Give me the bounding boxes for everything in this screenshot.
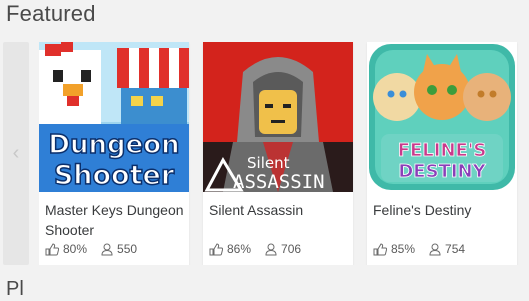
rating-value: 80% [63,242,88,256]
carousel-prev-button[interactable]: ‹ [3,42,29,265]
game-thumbnail[interactable]: Dungeon Shooter [39,42,189,192]
rating-value: 86% [227,242,252,256]
players-stat: 754 [429,242,465,256]
game-name[interactable]: Feline's Destiny [373,200,513,220]
rating-stat: 86% [209,242,251,256]
game-stats: 86% 706 [209,241,315,257]
game-thumbnail[interactable]: Silent ASSASSIN [203,42,353,192]
section-title: Featured [6,1,96,26]
felines-destiny-artwork: FELINE'S DESTINY [367,42,517,192]
rating-stat: 80% [45,242,87,256]
game-name[interactable]: Master Keys Dungeon Shooter [45,200,185,240]
players-stat: 706 [265,242,301,256]
thumb-title-line-1: Silent [247,154,290,172]
user-icon [101,243,113,255]
players-stat: 550 [101,242,137,256]
players-value: 754 [445,242,466,256]
thumbs-up-icon [45,242,59,255]
featured-carousel: Dungeon Shooter Master Keys Dungeon Shoo… [39,42,529,265]
dungeon-shooter-artwork: Dungeon Shooter [39,42,189,192]
rating-value: 85% [391,242,416,256]
thumbs-up-icon [373,242,387,255]
thumb-title-line-2: DESTINY [398,161,486,182]
silent-assassin-artwork: Silent ASSASSIN [203,42,353,192]
chevron-left-icon: ‹ [12,142,20,164]
rating-stat: 85% [373,242,415,256]
thumb-title-line-2: Shooter [54,160,175,191]
user-icon [265,243,277,255]
thumbs-up-icon [209,242,223,255]
thumb-title-line-2: ASSASSIN [233,171,325,192]
thumb-title-line-1: FELINE'S [398,140,487,161]
players-value: 706 [281,242,302,256]
game-stats: 85% 754 [373,241,479,257]
game-card-felines-destiny[interactable]: FELINE'S DESTINY Feline's Destiny 85% 75… [367,42,517,265]
user-icon [429,243,441,255]
game-thumbnail[interactable]: FELINE'S DESTINY [367,42,517,192]
game-stats: 80% 550 [45,241,151,257]
game-card-dungeon-shooter[interactable]: Dungeon Shooter Master Keys Dungeon Shoo… [39,42,189,265]
next-section-title: Pl [6,278,24,300]
game-name[interactable]: Silent Assassin [209,200,349,220]
game-card-silent-assassin[interactable]: Silent ASSASSIN Silent Assassin 86% 706 [203,42,353,265]
thumb-title-line-1: Dungeon [48,130,179,160]
players-value: 550 [117,242,138,256]
